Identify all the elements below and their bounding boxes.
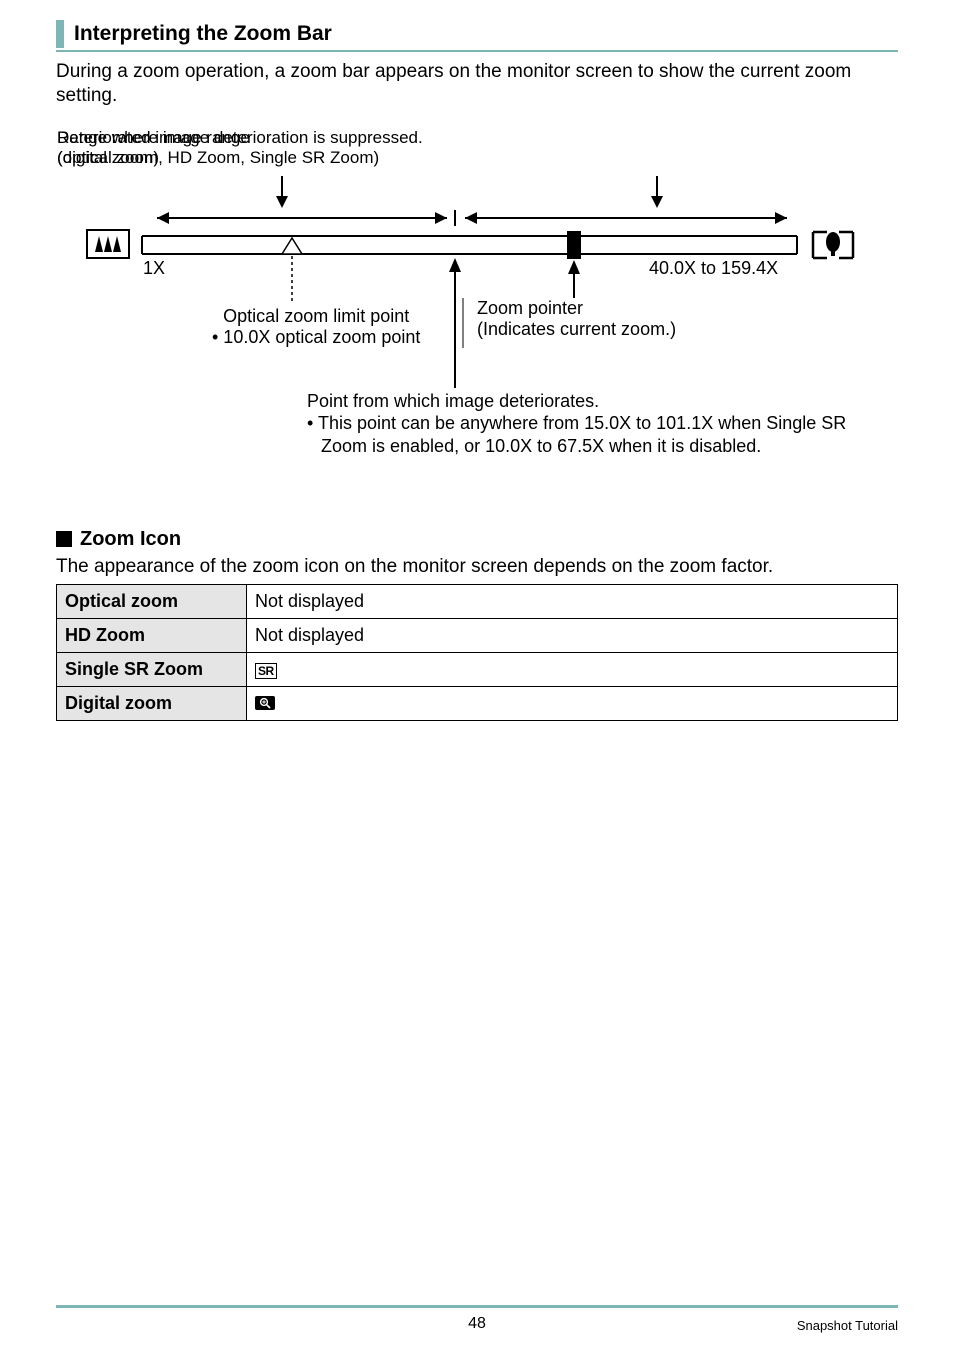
sr-icon: SR xyxy=(255,663,277,679)
table-row: Optical zoom Not displayed xyxy=(57,585,898,619)
deteriorate-callout: Point from which image deteriorates. • T… xyxy=(307,390,867,458)
row-value xyxy=(247,687,898,721)
deteriorated-range-line1: Deteriorated image range xyxy=(57,128,250,148)
row-label: Single SR Zoom xyxy=(57,653,247,687)
footer-section-name: Snapshot Tutorial xyxy=(797,1318,898,1333)
section-heading: Interpreting the Zoom Bar xyxy=(56,20,898,52)
deteriorate-line1: Point from which image deteriorates. xyxy=(307,390,867,413)
intro-paragraph: During a zoom operation, a zoom bar appe… xyxy=(56,60,898,108)
zoom-bar-diagram: Range where image deterioration is suppr… xyxy=(57,128,897,498)
table-row: Digital zoom xyxy=(57,687,898,721)
optical-limit-line2: • 10.0X optical zoom point xyxy=(212,327,420,348)
deteriorate-line2: • This point can be anywhere from 15.0X … xyxy=(307,412,867,457)
zoom-pointer-callout: Zoom pointer (Indicates current zoom.) xyxy=(477,298,676,340)
sub-heading-text: Zoom Icon xyxy=(80,528,181,551)
page-footer: 48 Snapshot Tutorial xyxy=(56,1305,898,1335)
optical-limit-callout: Optical zoom limit point • 10.0X optical… xyxy=(212,306,420,348)
row-value: Not displayed xyxy=(247,585,898,619)
heading-text: Interpreting the Zoom Bar xyxy=(74,22,332,46)
sub-heading: Zoom Icon xyxy=(56,528,898,551)
deteriorated-range-line2: (digital zoom) xyxy=(57,148,250,168)
table-row: Single SR Zoom SR xyxy=(57,653,898,687)
zoom-pointer-line1: Zoom pointer xyxy=(477,298,676,319)
row-label: Digital zoom xyxy=(57,687,247,721)
zoom-pointer-line2: (Indicates current zoom.) xyxy=(477,319,676,340)
sub-intro: The appearance of the zoom icon on the m… xyxy=(56,555,898,579)
magnify-plus-icon xyxy=(255,696,275,710)
row-value: SR xyxy=(247,653,898,687)
optical-limit-line1: Optical zoom limit point xyxy=(212,306,420,327)
table-row: HD Zoom Not displayed xyxy=(57,619,898,653)
row-label: HD Zoom xyxy=(57,619,247,653)
left-scale-label: 1X xyxy=(143,258,165,279)
row-value: Not displayed xyxy=(247,619,898,653)
zoom-icon-table: Optical zoom Not displayed HD Zoom Not d… xyxy=(56,584,898,721)
right-scale-label: 40.0X to 159.4X xyxy=(649,258,778,279)
deteriorated-range-label: Deteriorated image range (digital zoom) xyxy=(57,128,250,168)
row-label: Optical zoom xyxy=(57,585,247,619)
sub-heading-marker xyxy=(56,531,72,547)
heading-marker xyxy=(56,20,64,48)
page-number: 48 xyxy=(468,1315,486,1333)
